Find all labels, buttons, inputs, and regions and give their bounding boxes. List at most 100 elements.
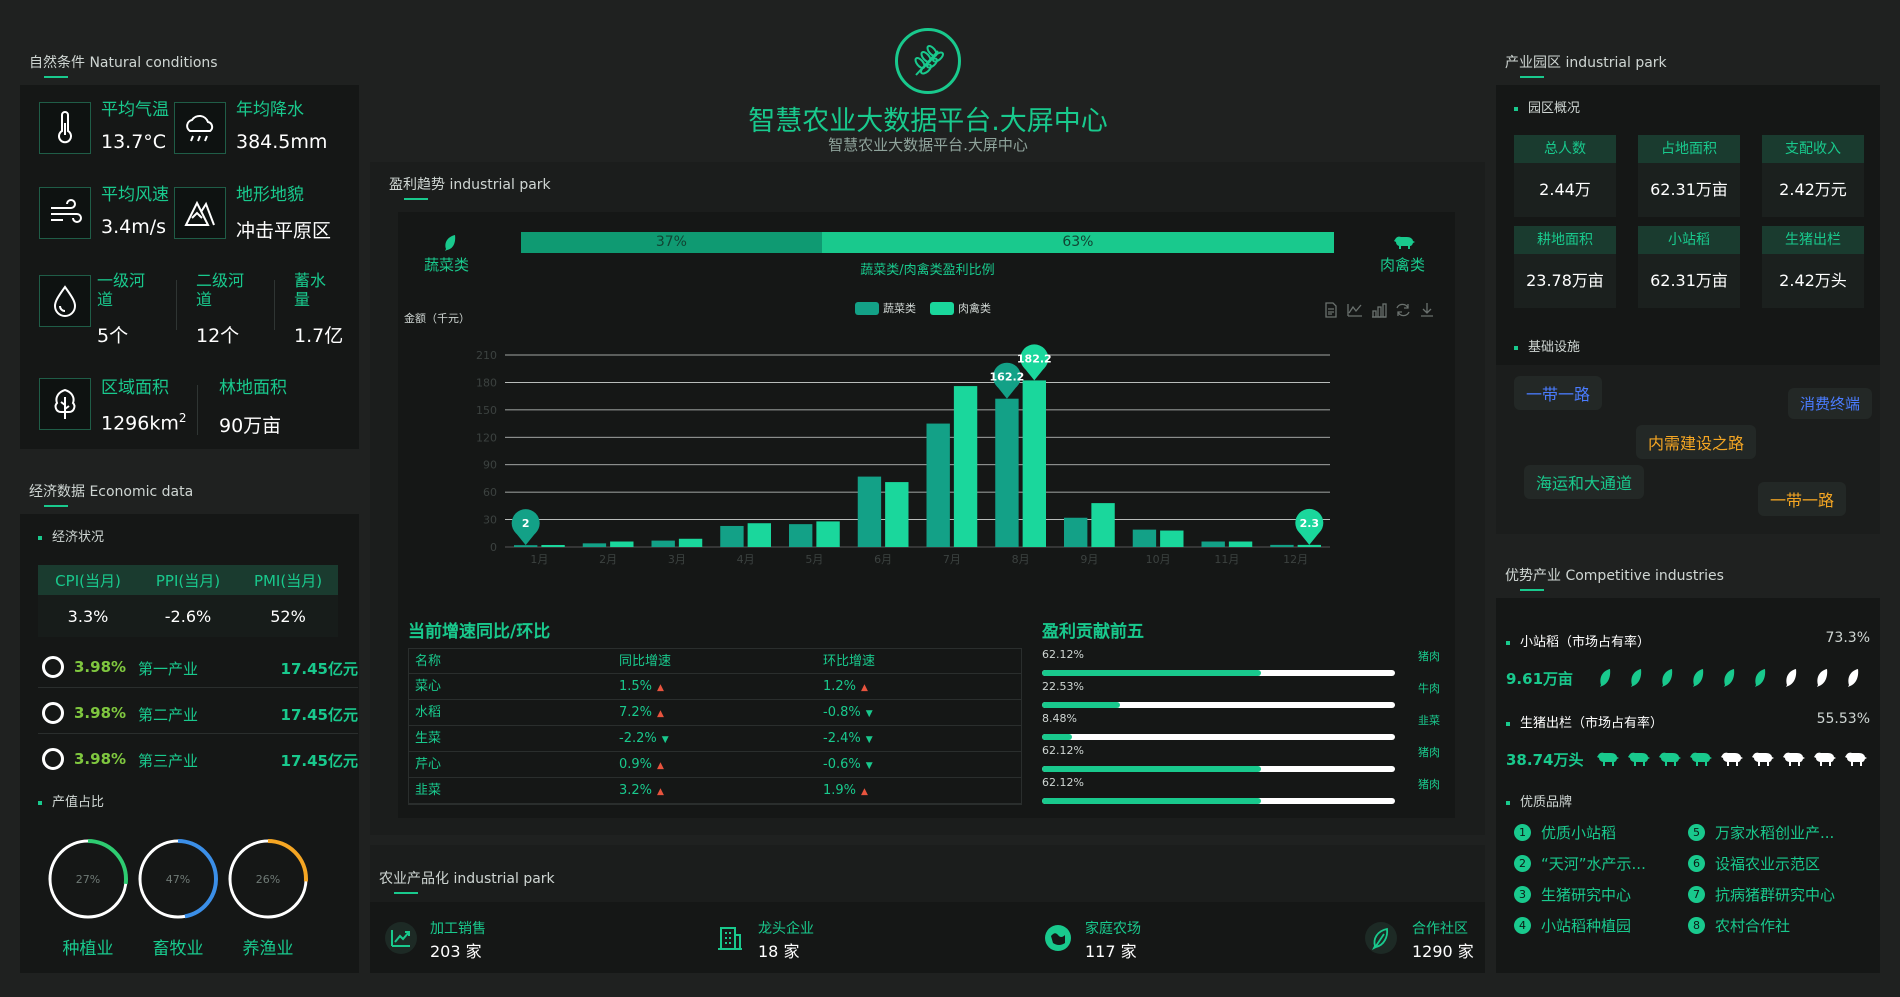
infra-tag[interactable]: 内需建设之路 — [1636, 425, 1757, 459]
bar[interactable] — [995, 398, 1019, 547]
river1-label: 一级河道 — [97, 271, 146, 309]
bar[interactable] — [816, 521, 840, 547]
growth-name: 菜心 — [415, 679, 442, 694]
x-tick-label: 1月 — [530, 553, 548, 566]
industry-name: 第三产业 — [138, 752, 199, 770]
brand-item[interactable]: 8 农村合作社 — [1688, 915, 1790, 936]
infra-tag[interactable]: 海运和大通道 — [1524, 465, 1645, 499]
brand-item[interactable]: 2 “天河”水产示... — [1514, 853, 1646, 874]
product-strip — [370, 902, 1485, 973]
top5-track — [1042, 766, 1395, 772]
brand-item[interactable]: 4 小站稻种植园 — [1514, 915, 1631, 936]
infra-tag[interactable]: 一带一路 — [1758, 482, 1847, 516]
bar[interactable] — [1091, 503, 1115, 547]
page-subtitle: 智慧农业大数据平台.大屏中心 — [828, 136, 1028, 154]
park-stat-value: 23.78万亩 — [1526, 271, 1604, 290]
bar[interactable] — [1022, 380, 1046, 547]
pig-icon — [1814, 752, 1836, 766]
bar[interactable] — [1228, 541, 1253, 547]
ring-icon — [42, 748, 64, 770]
park-stat-label: 总人数 — [1514, 135, 1616, 163]
bar[interactable] — [1132, 529, 1157, 547]
temp-label: 平均气温 — [101, 100, 169, 120]
pig-icons — [1596, 748, 1876, 770]
document-icon[interactable] — [1323, 302, 1339, 318]
bar[interactable] — [541, 544, 565, 547]
brands-title: 优质品牌 — [1506, 791, 1572, 810]
legend-item-veg[interactable]: 蔬菜类 — [855, 300, 916, 316]
bar[interactable] — [651, 540, 675, 547]
product-label: 加工销售 — [430, 921, 486, 937]
brand-item[interactable]: 6 设福农业示范区 — [1688, 853, 1820, 874]
top5-fill — [1042, 766, 1261, 772]
terrain-icon-box — [174, 187, 226, 239]
bar[interactable] — [885, 482, 909, 547]
bar[interactable] — [1064, 517, 1088, 547]
x-tick-label: 4月 — [737, 553, 755, 566]
growth-mom-value: -2.4% — [823, 731, 861, 746]
growth-yoy-value: 1.5% — [619, 679, 653, 694]
bar[interactable] — [1160, 530, 1184, 547]
farm-icon — [1045, 925, 1071, 951]
brand-item[interactable]: 7 抗病猪群研究中心 — [1688, 884, 1835, 905]
top5-fill — [1042, 670, 1261, 676]
rice-icons — [1596, 666, 1876, 690]
bar[interactable] — [789, 524, 813, 547]
brand-item[interactable]: 5 万家水稻创业产... — [1688, 822, 1834, 843]
legend-item-meat[interactable]: 肉禽类 — [930, 300, 991, 316]
x-tick-label: 6月 — [874, 553, 892, 566]
brand-name: 万家水稻创业产... — [1715, 824, 1835, 842]
bar[interactable] — [678, 538, 703, 547]
y-tick-label: 150 — [476, 404, 497, 417]
chart-toolbox — [1323, 302, 1435, 318]
infra-tag[interactable]: 消费终端 — [1788, 388, 1873, 419]
refresh-icon[interactable] — [1395, 302, 1411, 318]
arrow-down-icon: ▼ — [661, 735, 669, 745]
leaf-icon — [1600, 669, 1611, 687]
wind-icon-box — [39, 187, 91, 239]
y-tick-label: 60 — [483, 486, 497, 499]
x-tick-label: 3月 — [668, 553, 686, 566]
infra-title: 基础设施 — [1514, 336, 1580, 355]
pig-icon — [1394, 236, 1415, 249]
download-icon[interactable] — [1419, 302, 1435, 318]
output-title: 产值占比 — [38, 791, 104, 810]
bar[interactable] — [926, 423, 950, 547]
top5-pct: 62.12% — [1042, 776, 1084, 789]
bar-chart-icon[interactable] — [1371, 302, 1387, 318]
donut-pct: 27% — [76, 873, 100, 886]
cpi-table-header: CPI(当月) PPI(当月) PMI(当月) — [38, 565, 338, 595]
x-tick-label: 11月 — [1214, 553, 1239, 566]
growth-yoy-cell: 1.5% ▲ — [613, 674, 817, 699]
top5-track — [1042, 670, 1395, 676]
bar[interactable] — [1201, 541, 1225, 547]
divider — [176, 280, 177, 330]
y-tick-label: 90 — [483, 459, 497, 472]
brand-item[interactable]: 3 生猪研究中心 — [1514, 884, 1631, 905]
pin-label: 182.2 — [1017, 352, 1052, 365]
bar[interactable] — [582, 543, 607, 547]
thermometer-icon — [58, 111, 72, 144]
ratio-caption: 蔬菜类/肉禽类盈利比例 — [860, 263, 995, 278]
bar[interactable] — [953, 386, 978, 547]
bar[interactable] — [610, 541, 634, 547]
pig-pct: 55.53% — [1816, 711, 1870, 727]
bar[interactable] — [1297, 544, 1321, 547]
growth-header: 环比增速 — [823, 654, 876, 669]
park-stat: 小站稻 62.31万亩 — [1638, 226, 1740, 308]
bar[interactable] — [747, 523, 771, 547]
river2-value: 12个 — [196, 325, 240, 347]
veg-label: 蔬菜类 — [424, 256, 470, 274]
growth-yoy-value: 0.9% — [619, 757, 653, 772]
brand-item[interactable]: 1 优质小站稻 — [1514, 822, 1616, 843]
bar[interactable] — [857, 476, 882, 547]
bar[interactable] — [514, 545, 538, 547]
infra-tag[interactable]: 一带一路 — [1514, 376, 1603, 410]
trend-up-icon — [385, 922, 417, 954]
bar[interactable] — [1270, 544, 1294, 547]
x-tick-label: 10月 — [1146, 553, 1171, 566]
top5-name: 猪肉 — [1418, 746, 1440, 759]
line-chart-icon[interactable] — [1347, 302, 1363, 318]
park-stat: 支配收入 2.42万元 — [1762, 135, 1864, 217]
bar[interactable] — [720, 525, 744, 547]
